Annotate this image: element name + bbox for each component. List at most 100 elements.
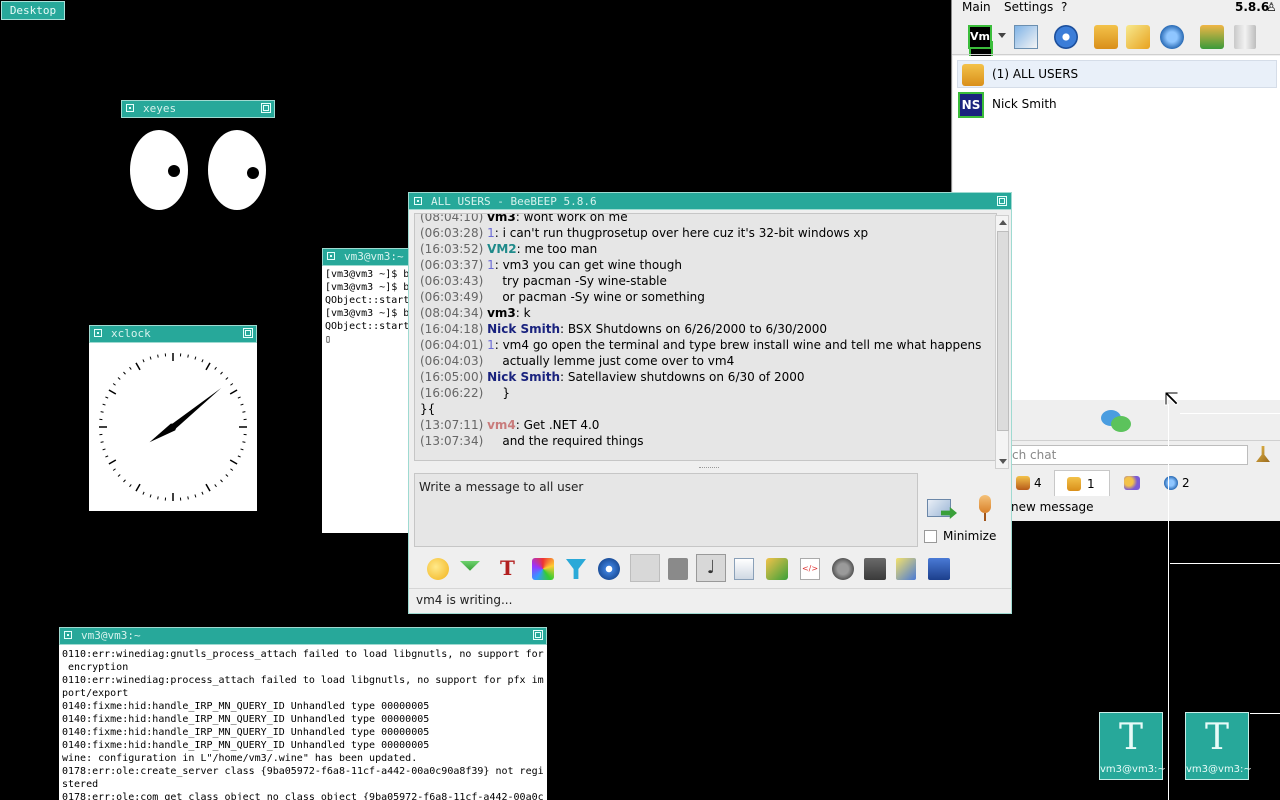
scroll-up-arrow[interactable] (999, 220, 1007, 225)
message-time: (16:06:22) (420, 386, 488, 400)
message-text: and the required things (487, 434, 644, 448)
save-icon[interactable] (928, 558, 950, 580)
message-sender[interactable]: 1 (487, 338, 495, 352)
terminal-small-titlebar[interactable]: vm3@vm3:~ (322, 248, 412, 266)
user-name: Nick Smith (992, 97, 1057, 111)
maximize-icon[interactable] (997, 196, 1007, 206)
terminal-desktop-icon[interactable]: T vm3@vm3:~ (1185, 712, 1252, 780)
message-sender[interactable]: vm3 (487, 306, 516, 320)
font-icon[interactable]: T (500, 556, 515, 580)
terminal-big-output[interactable]: 0110:err:winediag:gnutls_process_attach … (59, 645, 547, 800)
chat-titlebar[interactable]: ALL USERS - BeeBEEP 5.8.6 (408, 192, 1012, 210)
terminal-big-window: vm3@vm3:~ 0110:err:winediag:gnutls_proce… (59, 627, 547, 800)
desktop-button[interactable]: Desktop (1, 1, 65, 20)
divider-line (1250, 713, 1280, 714)
network-icon[interactable] (1054, 25, 1078, 49)
minimize-checkbox[interactable] (924, 530, 937, 543)
record-icon[interactable] (832, 558, 854, 580)
chat-scrollbar[interactable] (995, 215, 1009, 469)
clock-tick (105, 455, 109, 458)
save-file-icon[interactable] (734, 558, 754, 580)
clock-tick (102, 403, 106, 406)
message-sender[interactable]: 1 (487, 226, 495, 240)
settings-icon[interactable] (1160, 25, 1184, 49)
window-menu-icon[interactable] (327, 252, 335, 260)
dictionary-icon[interactable] (668, 558, 688, 580)
message-time: (06:03:49) (420, 290, 488, 304)
menu-help[interactable]: ? (1061, 0, 1067, 14)
message-sender[interactable]: 1 (487, 258, 495, 272)
terminal-big-titlebar[interactable]: vm3@vm3:~ (59, 627, 547, 645)
html-icon[interactable]: </> (800, 558, 820, 580)
menu-settings[interactable]: Settings (1004, 0, 1053, 14)
clock-tick (230, 468, 234, 471)
message-sender[interactable]: vm4 (487, 418, 516, 432)
group-icon[interactable] (1094, 25, 1118, 49)
maximize-icon[interactable] (243, 328, 253, 338)
edit-icon[interactable] (1126, 25, 1150, 49)
emoticon-icon[interactable] (427, 558, 449, 580)
clock-tick (201, 491, 204, 495)
message-input[interactable]: Write a message to all user (414, 473, 918, 547)
microphone-button[interactable] (975, 495, 995, 523)
tab-chats[interactable]: 1 (1054, 470, 1110, 496)
terminal-line: ▯ (325, 334, 332, 345)
terminal-small-output[interactable]: [vm3@vm3 ~]$ b [vm3@vm3 ~]$ b QObject::sta… (322, 266, 412, 533)
clock-tick (102, 448, 106, 451)
color-icon[interactable] (532, 558, 554, 580)
clock-tick (157, 496, 159, 500)
splitter-handle[interactable] (699, 467, 719, 470)
scroll-down-arrow[interactable] (999, 459, 1007, 464)
menu-main[interactable]: Main (962, 0, 991, 14)
clear-icon[interactable] (864, 558, 886, 580)
message-time: (13:07:34) (420, 434, 488, 448)
xclock-titlebar[interactable]: xclock (89, 325, 257, 343)
tab-users[interactable]: 4 (1008, 472, 1054, 494)
message-time: (06:04:01) (420, 338, 488, 352)
filter-icon[interactable] (566, 559, 586, 579)
chat-messages[interactable]: (08:04:10) vm3: wont work on me (06:03:28… (414, 213, 997, 461)
tab-groups[interactable] (1114, 472, 1154, 494)
maximize-icon[interactable] (533, 630, 543, 640)
window-menu-icon[interactable] (414, 197, 422, 205)
clock-tick (242, 441, 246, 443)
chat-bubble-icon[interactable] (1101, 410, 1131, 434)
music-note-icon[interactable]: ♩ (696, 554, 726, 582)
window-title: vm3@vm3:~ (81, 629, 141, 642)
message-sender[interactable]: VM2 (487, 242, 517, 256)
window-menu-icon[interactable] (126, 104, 134, 112)
user-list-all-users[interactable]: (1) ALL USERS (957, 60, 1277, 88)
settings-icon[interactable] (598, 558, 620, 580)
message-text: : i can't run thugprosetup over here cuz… (494, 226, 869, 240)
icon-label: vm3@vm3:~ (1100, 764, 1166, 775)
maximize-icon[interactable] (261, 103, 271, 113)
spellcheck-icon[interactable] (630, 554, 660, 582)
message-time: (06:03:43) (420, 274, 488, 288)
clock-face (99, 353, 247, 501)
window-menu-icon[interactable] (64, 631, 72, 639)
message-sender[interactable]: Nick Smith (487, 322, 560, 336)
trash-icon[interactable] (1234, 25, 1256, 49)
message-sender[interactable]: Nick Smith (487, 370, 560, 384)
window-menu-icon[interactable] (94, 329, 102, 337)
xeyes-titlebar[interactable]: xeyes (121, 100, 275, 118)
send-file-icon[interactable] (766, 558, 788, 580)
send-button[interactable] (925, 497, 959, 523)
new-message-label[interactable]: new message (1011, 500, 1094, 514)
tab-network[interactable]: 2 (1156, 472, 1202, 494)
chevron-down-icon[interactable] (998, 33, 1006, 38)
clock-tick (240, 448, 244, 451)
notes-icon[interactable] (896, 558, 916, 580)
status-vm-label[interactable]: Vm (968, 25, 992, 49)
terminal-desktop-icon[interactable]: T vm3@vm3:~ (1099, 712, 1166, 780)
clock-tick (220, 479, 223, 483)
notes-icon[interactable] (1014, 25, 1038, 49)
clock-tick (194, 494, 197, 498)
search-chat-input[interactable]: ch chat (1008, 445, 1248, 465)
clock-tick (129, 366, 132, 370)
scroll-thumb[interactable] (997, 231, 1009, 431)
user-list-item-nick-smith[interactable]: NS Nick Smith (957, 90, 1277, 120)
message-sender[interactable]: vm3 (487, 214, 516, 224)
file-transfer-icon[interactable] (1200, 25, 1224, 49)
download-icon[interactable] (460, 561, 480, 571)
